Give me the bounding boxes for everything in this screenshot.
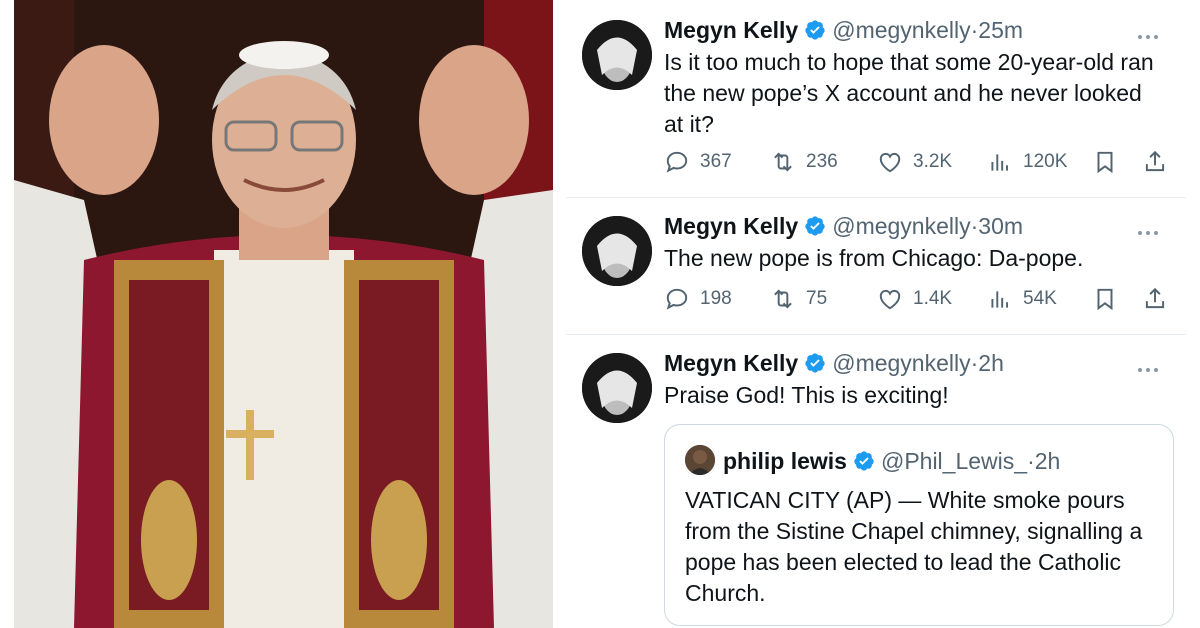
tweet-text: Praise God! This is exciting! (664, 382, 949, 408)
bookmark-button[interactable] (1092, 147, 1128, 177)
author-handle[interactable]: @megynkelly (832, 213, 970, 239)
share-button[interactable] (1142, 284, 1178, 314)
share-button[interactable] (1142, 147, 1178, 177)
more-icon[interactable] (1138, 222, 1166, 235)
repost-icon (774, 152, 792, 172)
quote-author-handle[interactable]: @Phil_Lewis_ (881, 448, 1027, 474)
repost-button[interactable]: 236 (770, 147, 838, 177)
verified-icon (805, 216, 825, 236)
timestamp[interactable]: 2h (978, 350, 1004, 376)
reply-button[interactable]: 198 (664, 284, 732, 314)
tweet-2[interactable]: Megyn Kelly @megynkelly·30m The new pope … (566, 198, 1186, 334)
separator: · (1027, 448, 1035, 474)
more-icon[interactable] (1138, 26, 1166, 39)
verified-icon (854, 451, 874, 471)
quote-timestamp[interactable]: 2h (1035, 448, 1061, 474)
like-count: 1.4K (913, 288, 953, 309)
tweet-header: Megyn Kelly @megynkelly·2h (664, 349, 1004, 377)
reply-count: 367 (700, 151, 732, 172)
tweet-feed: Megyn Kelly @megynkelly · 25m Is it too muc… (566, 0, 1186, 628)
reply-count: 198 (700, 288, 732, 309)
author-handle[interactable]: @megynkelly (832, 17, 970, 43)
quoted-tweet[interactable]: philip lewis @Phil_Lewis_·2h VATICAN CITY… (664, 424, 1174, 626)
more-icon[interactable] (1138, 359, 1166, 372)
author-name[interactable]: Megyn Kelly (664, 213, 798, 239)
bookmark-icon (1097, 151, 1113, 174)
quote-header: philip lewis @Phil_Lewis_·2h (723, 447, 1060, 475)
bookmark-button[interactable] (1092, 284, 1128, 314)
avatar[interactable] (582, 216, 652, 286)
avatar[interactable] (582, 20, 652, 90)
like-count: 3.2K (913, 151, 953, 172)
author-name[interactable]: Megyn Kelly (664, 350, 798, 376)
timestamp[interactable]: 25m (978, 17, 1023, 43)
quote-author-name[interactable]: philip lewis (723, 448, 847, 474)
repost-count: 236 (806, 151, 838, 172)
repost-icon (774, 289, 792, 309)
views-icon (991, 154, 1009, 171)
like-button[interactable]: 1.4K (877, 284, 952, 314)
views-count: 120K (1023, 151, 1068, 172)
quote-avatar[interactable] (685, 445, 715, 475)
repost-count: 75 (806, 288, 828, 309)
tweet-text: Is it too much to hope that some 20-year… (664, 49, 1154, 137)
quote-text: VATICAN CITY (AP) — White smoke pours fr… (685, 487, 1143, 606)
like-icon (879, 152, 901, 173)
tweet-header: Megyn Kelly @megynkelly·30m (664, 212, 1023, 240)
like-button[interactable]: 3.2K (877, 147, 952, 177)
views-button[interactable]: 54K (987, 284, 1057, 314)
reply-button[interactable]: 367 (664, 147, 732, 177)
repost-button[interactable]: 75 (770, 284, 827, 314)
tweet-text: The new pope is from Chicago: Da-pope. (664, 245, 1084, 271)
reply-icon (666, 288, 688, 310)
like-icon (879, 289, 901, 310)
views-icon (991, 291, 1009, 308)
verified-icon (805, 353, 825, 373)
tweet-actions: 367 236 3.2K 120K (664, 147, 1174, 177)
pope-illustration (14, 0, 553, 628)
share-icon (1145, 287, 1165, 309)
avatar[interactable] (582, 353, 652, 423)
bookmark-icon (1097, 288, 1113, 311)
author-handle[interactable]: @megynkelly (832, 350, 970, 376)
tweet-header: Megyn Kelly @megynkelly·25m (664, 16, 1023, 44)
author-name[interactable]: Megyn Kelly (664, 17, 798, 43)
reply-icon (666, 151, 688, 173)
tweet-1[interactable]: Megyn Kelly @megynkelly·25m Is it too muc… (566, 0, 1186, 197)
verified-icon (805, 20, 825, 40)
views-button[interactable]: 120K (987, 147, 1067, 177)
tweet-3[interactable]: Megyn Kelly @megynkelly·2h Praise God! Th… (566, 335, 1186, 628)
pope-photo (14, 0, 553, 628)
share-icon (1145, 150, 1165, 172)
timestamp[interactable]: 30m (978, 213, 1023, 239)
views-count: 54K (1023, 288, 1057, 309)
tweet-actions: 198 75 1.4K 54K (664, 284, 1174, 314)
